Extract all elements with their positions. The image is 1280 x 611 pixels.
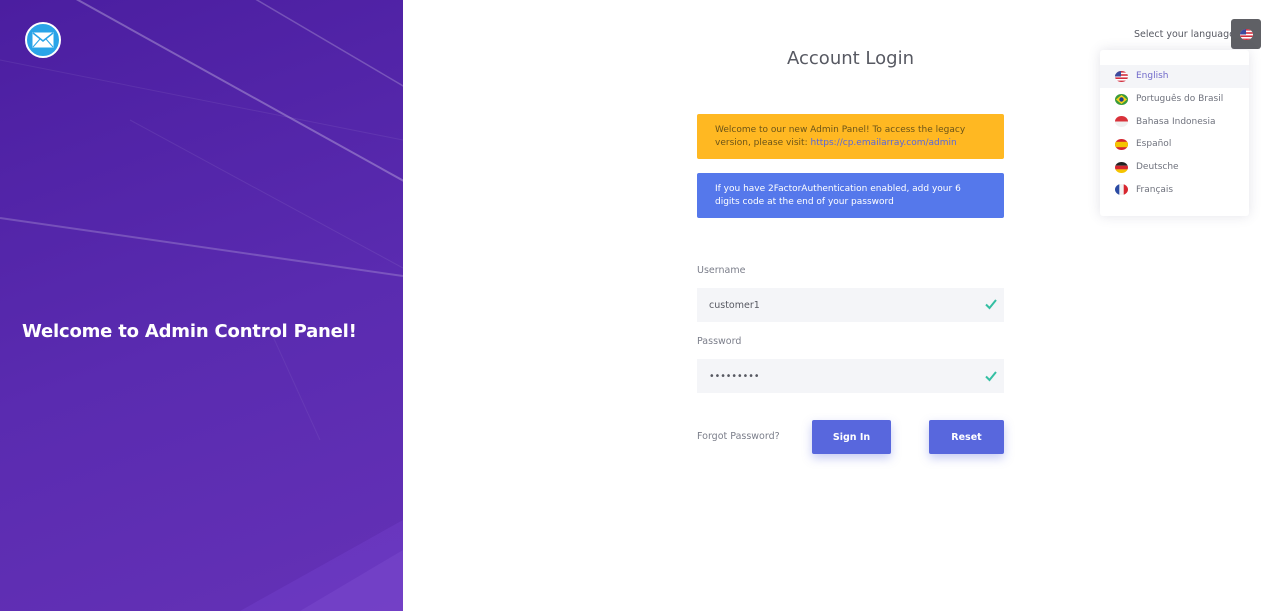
language-dropdown: English Português do Brasil Bahasa Indon… — [1100, 50, 1249, 216]
welcome-title: Welcome to Admin Control Panel! — [22, 321, 357, 342]
check-icon — [985, 371, 997, 382]
username-label: Username — [697, 265, 746, 276]
language-label: Select your language. — [1134, 29, 1238, 40]
username-input[interactable] — [697, 288, 1004, 322]
language-option-indonesian[interactable]: Bahasa Indonesia — [1100, 110, 1249, 133]
password-input[interactable] — [697, 359, 1004, 393]
language-option-label: Deutsche — [1136, 162, 1179, 173]
reset-button[interactable]: Reset — [929, 420, 1004, 454]
check-icon — [985, 299, 997, 310]
france-flag-icon — [1115, 184, 1128, 196]
language-option-german[interactable]: Deutsche — [1100, 156, 1249, 179]
left-panel: Welcome to Admin Control Panel! — [0, 0, 403, 611]
legacy-link[interactable]: https://cp.emailarray.com/admin — [811, 138, 957, 148]
language-option-label: Português do Brasil — [1136, 94, 1224, 105]
legacy-notice-alert: Welcome to our new Admin Panel! To acces… — [697, 114, 1004, 159]
language-option-label: Français — [1136, 184, 1174, 195]
mail-icon — [25, 22, 61, 58]
language-option-label: English — [1136, 71, 1169, 82]
language-option-label: Bahasa Indonesia — [1136, 116, 1216, 127]
language-option-english[interactable]: English — [1100, 65, 1249, 88]
indonesia-flag-icon — [1115, 116, 1128, 128]
language-option-portuguese[interactable]: Português do Brasil — [1100, 88, 1249, 111]
password-label: Password — [697, 336, 742, 347]
spain-flag-icon — [1115, 138, 1128, 150]
us-flag-icon — [1239, 28, 1253, 40]
brazil-flag-icon — [1115, 93, 1128, 105]
page-title: Account Login — [787, 48, 914, 69]
germany-flag-icon — [1115, 161, 1128, 173]
background-lines — [0, 0, 403, 611]
twofa-notice-text: If you have 2FactorAuthentication enable… — [715, 184, 961, 207]
twofa-notice-alert: If you have 2FactorAuthentication enable… — [697, 173, 1004, 218]
forgot-password-link[interactable]: Forgot Password? — [697, 431, 780, 442]
language-option-french[interactable]: Français — [1100, 178, 1249, 201]
us-flag-icon — [1115, 70, 1128, 82]
language-option-spanish[interactable]: Español — [1100, 133, 1249, 156]
language-toggle-button[interactable] — [1231, 19, 1261, 49]
sign-in-button[interactable]: Sign In — [812, 420, 891, 454]
language-option-label: Español — [1136, 139, 1172, 150]
